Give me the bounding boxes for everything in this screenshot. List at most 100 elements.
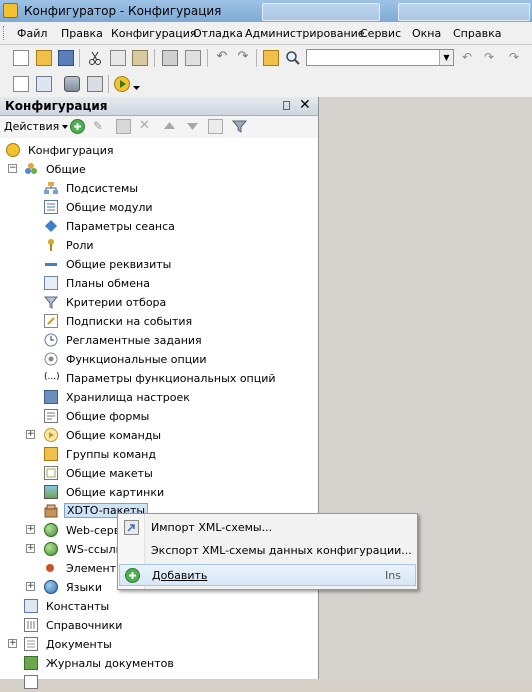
filter-icon[interactable] <box>231 119 248 134</box>
import-icon <box>124 520 139 535</box>
workspace-area <box>319 97 532 679</box>
panel-title: Конфигурация <box>5 99 108 113</box>
attribute-icon <box>44 257 58 271</box>
actions-menu[interactable]: Действия <box>4 120 69 133</box>
chevron-down-icon[interactable]: ▼ <box>439 50 453 65</box>
save-icon[interactable] <box>58 50 74 66</box>
key-icon <box>44 238 58 252</box>
print-icon[interactable] <box>162 50 178 66</box>
menu-file[interactable]: Файл <box>17 27 47 40</box>
delete-icon[interactable]: ✕ <box>139 119 154 134</box>
search-prev-icon[interactable]: ↶ <box>459 50 475 66</box>
filter-criteria-icon <box>43 295 59 309</box>
panel-header: Конфигурация ✕ <box>0 97 318 116</box>
subsystems-icon <box>44 181 58 195</box>
expand-icon[interactable]: + <box>26 544 35 553</box>
configuration-panel: Конфигурация ✕ Действия ✎ ✕ Конфигурация… <box>0 97 319 689</box>
list-icon <box>24 675 38 689</box>
close-icon[interactable]: ✕ <box>299 97 311 113</box>
document-icon <box>24 637 38 651</box>
app-icon <box>3 3 18 18</box>
panel-toolbar: Действия ✎ ✕ <box>0 116 318 138</box>
background-window-tab[interactable] <box>398 3 530 21</box>
module-icon <box>44 200 58 214</box>
folder-icon <box>44 447 58 461</box>
paste-icon[interactable] <box>132 50 148 66</box>
add-icon <box>125 568 140 583</box>
edit-icon[interactable]: ✎ <box>93 119 108 134</box>
form-icon <box>44 409 58 423</box>
language-icon <box>44 580 58 594</box>
replace-icon[interactable]: ↷ <box>506 50 522 66</box>
chevron-down-icon[interactable] <box>133 81 140 90</box>
window-title: Конфигуратор - Конфигурация <box>24 4 222 18</box>
command-icon <box>44 428 58 442</box>
redo-icon[interactable]: ↷ <box>235 50 251 66</box>
configuration-icon <box>6 143 20 157</box>
globe-icon <box>44 523 58 537</box>
search-next-icon[interactable]: ↷ <box>481 50 497 66</box>
title-bar: Конфигуратор - Конфигурация <box>0 0 532 22</box>
menu-edit[interactable]: Правка <box>61 27 103 40</box>
expand-icon[interactable]: + <box>26 525 35 534</box>
actions-label: Действия <box>4 120 60 133</box>
expand-icon[interactable]: + <box>8 639 17 648</box>
metadata-icon[interactable] <box>36 76 52 92</box>
subscription-icon <box>44 314 58 328</box>
copy-item-icon[interactable] <box>116 119 131 134</box>
picture-icon <box>44 485 58 499</box>
sort-icon[interactable] <box>208 119 223 134</box>
cut-icon[interactable] <box>87 50 103 66</box>
functional-option-icon <box>44 352 58 366</box>
add-icon[interactable] <box>70 119 85 134</box>
find-in-files-icon[interactable] <box>263 50 279 66</box>
exchange-plan-icon <box>44 276 58 290</box>
menu-item-export-xml-schema[interactable]: Экспорт XML-схемы данных конфигурации... <box>119 540 416 562</box>
compare-icon[interactable] <box>87 76 103 92</box>
globe-icon <box>44 542 58 556</box>
search-input[interactable] <box>307 50 441 65</box>
menu-bar: Файл Правка Конфигурация Отладка Админис… <box>0 22 532 45</box>
chevron-down-icon <box>62 125 69 129</box>
pin-icon[interactable] <box>283 101 290 110</box>
clock-icon <box>44 333 58 347</box>
session-params-icon <box>44 219 58 233</box>
database-icon[interactable] <box>64 76 80 92</box>
configuration-tree: Конфигурация − Общие Подсистемы Общие мо… <box>0 139 318 689</box>
background-window-tab[interactable] <box>262 3 380 21</box>
move-up-icon[interactable] <box>162 119 177 134</box>
shortcut-label: Ins <box>385 569 401 582</box>
expand-icon[interactable]: + <box>26 430 35 439</box>
search-field[interactable]: ▼ <box>306 49 454 66</box>
menu-debug[interactable]: Отладка <box>193 27 243 40</box>
package-icon <box>44 504 58 518</box>
menu-administration[interactable]: Администрирование <box>245 27 365 40</box>
move-down-icon[interactable] <box>185 119 200 134</box>
menu-item-add[interactable]: Добавить Ins <box>119 564 416 586</box>
expand-icon[interactable]: + <box>26 582 35 591</box>
copy-icon[interactable] <box>110 50 126 66</box>
menu-windows[interactable]: Окна <box>412 27 441 40</box>
journal-icon <box>24 656 38 670</box>
style-icon <box>46 564 54 572</box>
menubar-grip[interactable] <box>3 26 7 40</box>
menu-item-import-xml-schema[interactable]: Импорт XML-схемы... <box>119 517 416 539</box>
open-folder-icon[interactable] <box>36 50 52 66</box>
common-icon <box>24 162 38 176</box>
storage-icon <box>44 390 58 404</box>
new-document-icon[interactable] <box>13 50 29 66</box>
config-tree-icon[interactable] <box>13 76 29 92</box>
collapse-icon[interactable]: − <box>8 164 17 173</box>
menu-configuration[interactable]: Конфигурация <box>111 27 197 40</box>
catalog-icon <box>24 618 38 632</box>
search-icon[interactable] <box>285 50 301 66</box>
preview-icon[interactable] <box>185 50 201 66</box>
constants-icon <box>24 599 38 613</box>
template-icon <box>44 466 58 480</box>
run-debug-icon[interactable] <box>114 76 130 92</box>
menu-service[interactable]: Сервис <box>360 27 401 40</box>
context-menu: Импорт XML-схемы... Экспорт XML-схемы да… <box>117 513 418 590</box>
parameters-icon: (...) <box>44 372 60 382</box>
menu-help[interactable]: Справка <box>453 27 501 40</box>
undo-icon[interactable]: ↶ <box>214 50 230 66</box>
